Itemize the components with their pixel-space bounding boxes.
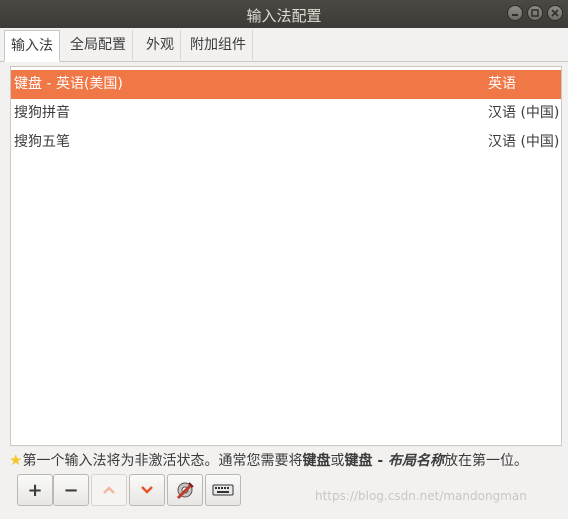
watermark: https://blog.csdn.net/mandongman — [315, 489, 527, 503]
minimize-icon — [512, 14, 518, 16]
tab-bar: 输入法 全局配置 外观 附加组件 — [0, 28, 568, 62]
keyboard-layout-button[interactable] — [205, 474, 241, 506]
maximize-icon — [531, 9, 539, 17]
title-bar: 输入法配置 — [0, 0, 568, 28]
close-icon — [551, 9, 559, 17]
input-method-language: 汉语 (中国) — [488, 134, 560, 150]
list-item[interactable]: 搜狗五笔 汉语 (中国) — [11, 128, 561, 157]
input-method-language: 汉语 (中国) — [488, 105, 560, 121]
chevron-down-icon — [141, 486, 153, 494]
window-title: 输入法配置 — [246, 7, 322, 25]
input-method-language: 英语 — [488, 76, 516, 92]
input-method-name: 键盘 - 英语(美国) — [14, 76, 123, 92]
configure-icon — [176, 482, 194, 500]
list-item[interactable]: 键盘 - 英语(美国) 英语 — [11, 70, 561, 99]
tab-input-method[interactable]: 输入法 — [4, 30, 60, 62]
maximize-button[interactable] — [527, 5, 543, 21]
input-method-name: 搜狗五笔 — [14, 134, 70, 150]
add-button[interactable]: + — [17, 474, 53, 506]
close-button[interactable] — [547, 5, 563, 21]
move-down-button[interactable] — [129, 474, 165, 506]
input-method-name: 搜狗拼音 — [14, 105, 70, 121]
configure-button[interactable] — [167, 474, 203, 506]
tab-global-config[interactable]: 全局配置 — [64, 30, 133, 60]
tab-addons[interactable]: 附加组件 — [184, 30, 253, 60]
minimize-button[interactable] — [507, 5, 523, 21]
remove-button[interactable]: − — [53, 474, 89, 506]
hint-text: ★第一个输入法将为非激活状态。通常您需要将键盘或键盘 - 布局名称放在第一位。 — [9, 451, 529, 469]
add-icon: + — [27, 479, 43, 501]
remove-icon: − — [63, 479, 79, 501]
star-icon: ★ — [9, 451, 23, 469]
input-method-list[interactable]: 键盘 - 英语(美国) 英语 搜狗拼音 汉语 (中国) 搜狗五笔 汉语 (中国) — [10, 66, 562, 446]
move-up-button[interactable] — [91, 474, 127, 506]
tab-appearance[interactable]: 外观 — [140, 30, 181, 60]
keyboard-icon — [212, 484, 234, 496]
list-item[interactable]: 搜狗拼音 汉语 (中国) — [11, 99, 561, 128]
chevron-up-icon — [103, 486, 115, 494]
